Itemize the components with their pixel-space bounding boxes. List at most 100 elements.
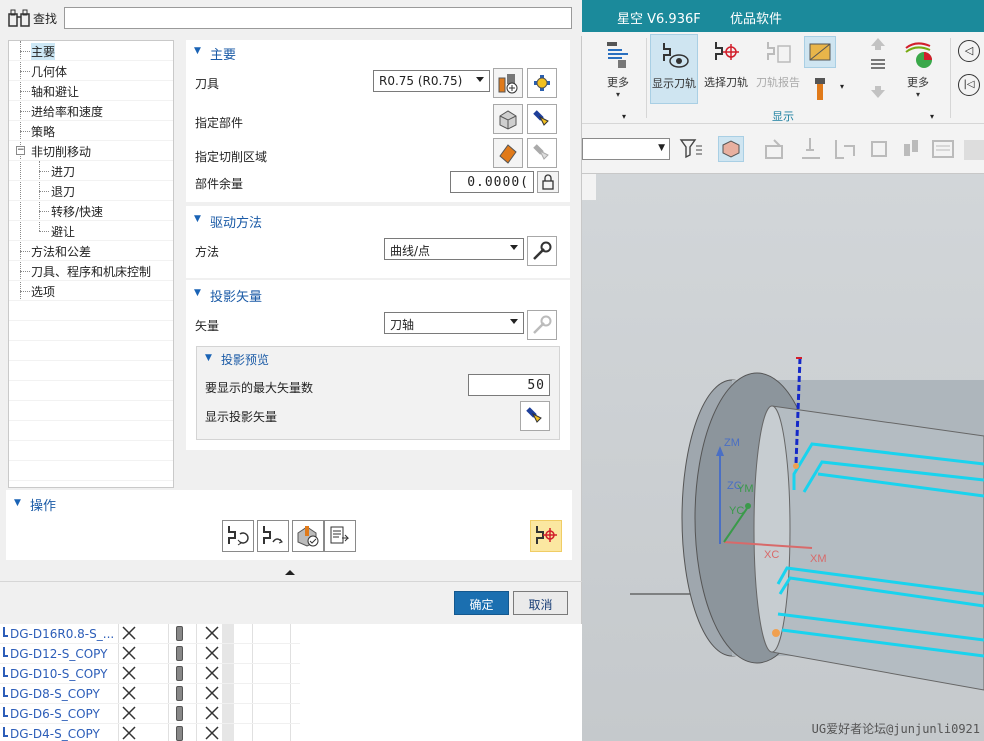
ribbon-group-label: 显示 (772, 110, 794, 123)
select-cut-region-button[interactable] (493, 138, 523, 168)
show-toolpath-button[interactable]: 显示刀轨 (650, 34, 698, 104)
generate-button[interactable] (222, 520, 254, 552)
lock-button[interactable] (537, 171, 559, 193)
tree-item-feeds-speeds[interactable]: 进给率和速度 (9, 101, 173, 121)
tree-connector (20, 51, 30, 52)
tree-item-label: 选项 (31, 285, 56, 299)
previous-step-icon[interactable]: ◁ (958, 40, 980, 62)
verify-button[interactable] (292, 520, 324, 552)
first-step-icon[interactable]: |◁ (958, 74, 980, 96)
operation-dialog: 查找 主要 几何体 轴和避让 进给率和速度 策略 − 非切削移动 进刀 退刀 转… (0, 0, 582, 624)
tree-empty-row (9, 401, 173, 421)
operation-icon (3, 647, 8, 657)
vector-value: 刀轴 (390, 318, 415, 332)
tool-display-button[interactable] (804, 72, 836, 104)
tree-item-retract[interactable]: 退刀 (9, 181, 173, 201)
snap-icon-7[interactable] (960, 136, 984, 162)
tree-item-tool-program-machine[interactable]: 刀具、程序和机床控制 (9, 261, 173, 281)
find-input[interactable] (64, 7, 572, 29)
tree-item-method-tolerance[interactable]: 方法和公差 (9, 241, 173, 261)
main-section-header[interactable]: ▼ 主要 (186, 41, 570, 63)
table-row[interactable]: DG-D16R0.8-S_... (0, 624, 300, 644)
table-row[interactable]: DG-D6-S_COPY (0, 704, 300, 724)
list-output-button[interactable] (324, 520, 356, 552)
find-label: 查找 (33, 12, 58, 26)
tree-item-label: 刀具、程序和机床控制 (31, 265, 152, 279)
tree-item-transfer-rapid[interactable]: 转移/快速 (9, 201, 173, 221)
display-part-button[interactable] (527, 104, 557, 134)
stock-input[interactable]: 0.0000( (450, 171, 534, 193)
table-row[interactable]: DG-D8-S_COPY (0, 684, 300, 704)
dialog-collapse-bar[interactable] (0, 560, 582, 582)
ribbon: 更多 ▾ 显示刀轨 选择刀轨 刀轨报告 ▾ 更多 ▾ ◁ |◁ 显示 ▾ ▾ (582, 32, 984, 124)
snap-icon-3[interactable] (832, 136, 858, 162)
select-toolpath-button[interactable]: 选择刀轨 (702, 34, 750, 104)
projection-preview-header[interactable]: ▼ 投影预览 (197, 348, 559, 370)
vector-select[interactable]: 刀轴 (384, 312, 524, 334)
select-toolpath-op-button[interactable] (530, 520, 562, 552)
cancel-button[interactable]: 取消 (513, 591, 568, 615)
ribbon-separator (646, 38, 647, 118)
ok-button[interactable]: 确定 (454, 591, 509, 615)
tree-item-label: 进刀 (51, 165, 76, 179)
table-row[interactable]: DG-D4-S_COPY (0, 724, 300, 741)
snap-icon-6[interactable] (930, 136, 956, 162)
tree-item-geometry[interactable]: 几何体 (9, 61, 173, 81)
display-mode-button[interactable] (804, 36, 836, 68)
snap-icon-5[interactable] (898, 136, 924, 162)
group-dropdown-icon-2: ▾ (930, 112, 935, 121)
more-button-1[interactable]: 更多 ▾ (594, 34, 642, 104)
tree-item-non-cutting-moves[interactable]: − 非切削移动 (9, 141, 173, 161)
tool-display-dropdown-icon[interactable]: ▾ (840, 82, 844, 91)
table-row[interactable]: DG-D10-S_COPY (0, 664, 300, 684)
tree-connector (20, 111, 30, 112)
toolpath-report-button[interactable]: 刀轨报告 (754, 34, 802, 104)
tree-item-engage[interactable]: 进刀 (9, 161, 173, 181)
show-vectors-button[interactable] (520, 401, 550, 431)
chevron-down-icon (510, 319, 518, 324)
tree-empty-row (9, 321, 173, 341)
tool-select-value: R0.75 (R0.75) (379, 74, 463, 88)
new-tool-button[interactable] (493, 68, 523, 98)
cross-icon (205, 726, 219, 740)
cross-icon (122, 626, 136, 640)
snap-icon-4[interactable] (866, 136, 892, 162)
projection-section-header[interactable]: ▼ 投影矢量 (186, 283, 570, 305)
display-cut-region-button[interactable] (527, 138, 557, 168)
tree-item-options[interactable]: 选项 (9, 281, 173, 301)
tree-item-strategy[interactable]: 策略 (9, 121, 173, 141)
operation-icon (3, 627, 8, 637)
graphics-viewport[interactable]: ZM ZC YM YC XC XM UG爱好者论坛@junjunli0921 (582, 174, 984, 741)
new-tool-icon (498, 74, 518, 94)
drive-section-header[interactable]: ▼ 驱动方法 (186, 209, 570, 231)
drive-method-select[interactable]: 曲线/点 (384, 238, 524, 260)
snap-icon-2[interactable] (798, 136, 824, 162)
max-vectors-input[interactable]: 50 (468, 374, 550, 396)
tool-select[interactable]: R0.75 (R0.75) (373, 70, 490, 92)
cross-icon (122, 666, 136, 680)
tree-connector (39, 211, 49, 212)
tree-item-label: 轴和避让 (31, 85, 80, 99)
tree-connector (20, 271, 30, 272)
selection-scope-icon[interactable] (718, 136, 744, 162)
filter-select[interactable]: ▼ (582, 138, 670, 160)
more-button-2[interactable]: 更多 ▾ (894, 34, 942, 104)
edit-vector-button[interactable] (527, 310, 557, 340)
drive-section-title: 驱动方法 (210, 216, 263, 231)
cross-icon (122, 706, 136, 720)
operation-name: DG-D16R0.8-S_... (10, 627, 115, 641)
table-row[interactable]: DG-D12-S_COPY (0, 644, 300, 664)
type-filter-icon[interactable] (678, 136, 704, 162)
axis-zm: ZM (724, 437, 740, 449)
select-part-button[interactable] (493, 104, 523, 134)
tree-item-main[interactable]: 主要 (9, 41, 173, 61)
operation-name: DG-D6-S_COPY (10, 707, 100, 721)
tool-label: 刀具 (195, 77, 220, 91)
collapse-icon[interactable]: − (16, 146, 25, 155)
tree-item-axis-avoidance[interactable]: 轴和避让 (9, 81, 173, 101)
edit-tool-button[interactable] (527, 68, 557, 98)
snap-icon-1[interactable] (762, 136, 788, 162)
edit-drive-method-button[interactable] (527, 236, 557, 266)
tree-item-avoidance[interactable]: 避让 (9, 221, 173, 241)
replay-button[interactable] (257, 520, 289, 552)
